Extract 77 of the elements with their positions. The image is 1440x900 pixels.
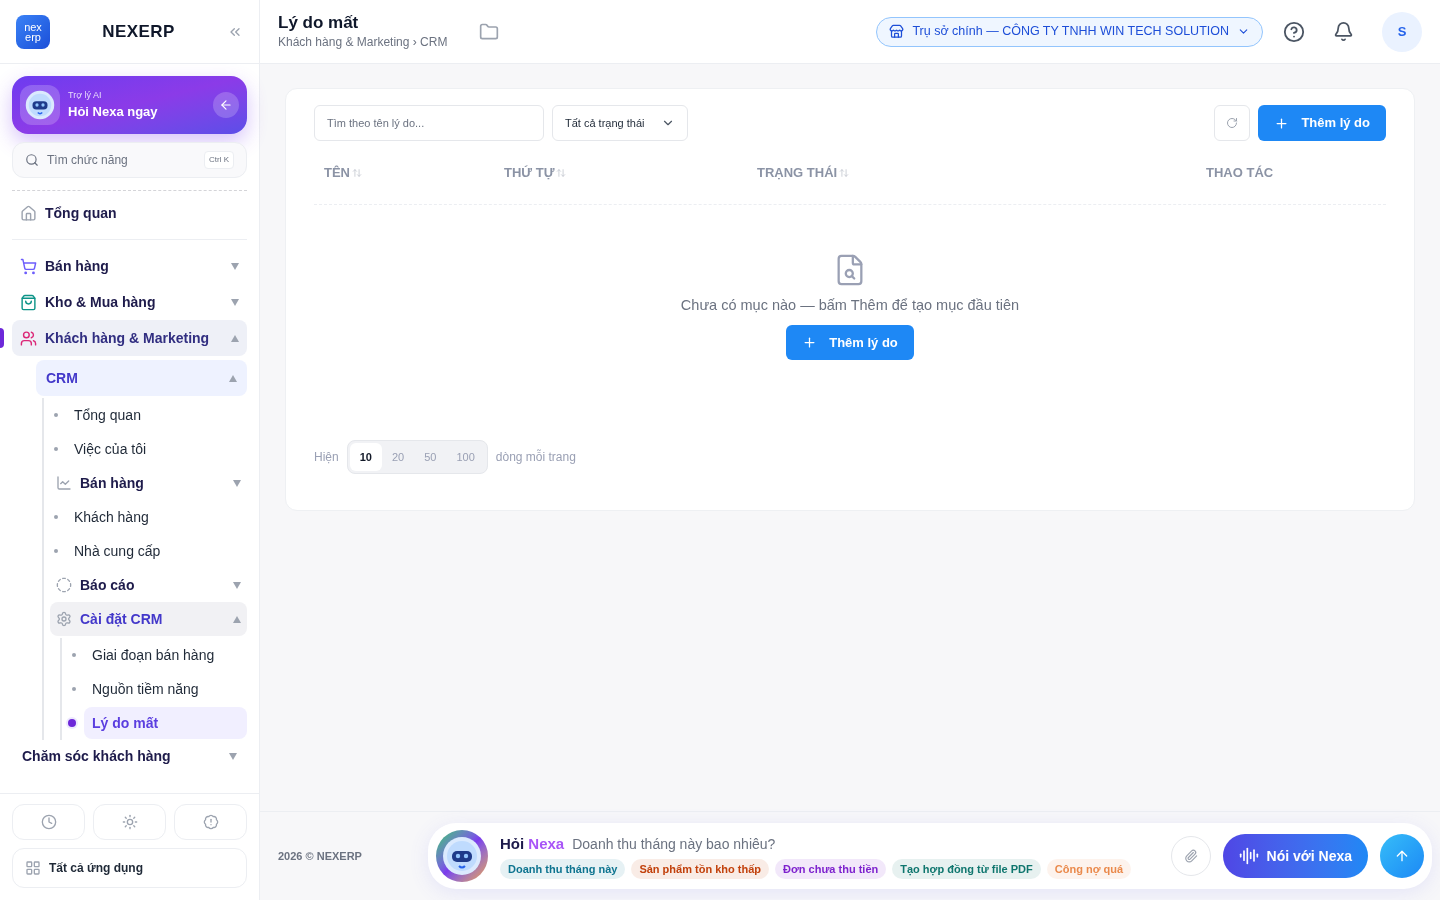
function-search-field[interactable]: Tìm chức năng <box>47 151 196 169</box>
bag-icon <box>20 293 37 311</box>
send-button[interactable] <box>1380 834 1424 878</box>
add-reason-button[interactable]: Thêm lý do <box>1258 105 1386 141</box>
function-search-box[interactable]: Tìm chức năng Ctrl K <box>12 142 247 178</box>
ask-label: Hỏi Nexa <box>500 833 565 854</box>
grid-icon <box>25 860 41 876</box>
chat-input[interactable]: Doanh thu tháng này bao nhiêu? <box>572 833 1159 855</box>
logo-icon: nex erp <box>16 14 50 49</box>
breadcrumb[interactable]: Khách hàng & Marketing › CRM <box>278 33 448 52</box>
sound-wave-icon <box>1238 846 1259 866</box>
ai-assistant-card[interactable]: Trợ lý AI Hỏi Nexa ngay <box>12 76 247 134</box>
sort-icon[interactable] <box>352 167 362 178</box>
nav-group[interactable]: Bán hàng <box>50 466 247 500</box>
history-button[interactable] <box>12 804 85 840</box>
paperclip-icon <box>1183 849 1198 863</box>
people-icon <box>20 329 37 347</box>
plus-icon <box>802 334 818 350</box>
folder-icon[interactable] <box>479 21 500 42</box>
gear-icon <box>56 611 72 627</box>
nav-item[interactable]: Tổng quan <box>66 399 247 431</box>
line-chart-icon <box>56 475 72 491</box>
suggestion-chip[interactable]: Sản phẩm tồn kho thấp <box>631 859 769 880</box>
cart-icon <box>20 257 37 275</box>
branch-selector[interactable]: Trụ sở chính — CÔNG TY TNHH WIN TECH SOLUTION <box>876 16 1263 47</box>
page-title: Lý do mất <box>278 11 360 34</box>
search-icon <box>25 153 39 167</box>
brand-name: NEXERP <box>101 20 176 43</box>
circle-icon <box>56 577 72 593</box>
ai-title: Hỏi Nexa ngay <box>68 103 158 121</box>
copyright: 2026 © NEXERP <box>278 848 363 864</box>
nav-item[interactable]: Nhà cung cấp <box>66 535 247 567</box>
reason-search-field[interactable]: Tìm theo tên lý do... <box>314 105 544 141</box>
status-filter[interactable]: Tất cả trạng thái <box>552 105 688 141</box>
nav-item[interactable]: Khách hàng & Marketing <box>12 320 247 356</box>
column-header: THAO TÁC <box>1206 163 1274 182</box>
nav-section[interactable]: CRM <box>36 360 247 396</box>
suggestion-chip[interactable]: Đơn chưa thu tiền <box>775 859 887 880</box>
nav-item[interactable]: Bán hàng <box>12 248 247 284</box>
theme-button[interactable] <box>93 804 166 840</box>
store-icon <box>889 24 905 39</box>
notification-icon[interactable] <box>1333 21 1354 42</box>
sort-icon[interactable] <box>839 167 850 178</box>
report-issue-button[interactable] <box>174 804 247 840</box>
shortcut-hint: Ctrl K <box>204 151 234 169</box>
nav-group[interactable]: Cài đặt CRM <box>50 602 247 636</box>
nav-item[interactable]: Nguồn tiềm năng <box>84 673 247 705</box>
nav-item[interactable]: Tổng quan <box>12 191 247 235</box>
all-apps-button[interactable]: Tất cả ứng dụng <box>12 848 247 888</box>
active-indicator <box>0 328 4 348</box>
nav-item[interactable]: Việc của tôi <box>66 433 247 465</box>
robot-icon <box>442 836 482 876</box>
nav-item[interactable]: Khách hàng <box>66 501 247 533</box>
home-icon <box>20 204 37 222</box>
clock-icon <box>40 814 57 830</box>
help-icon[interactable] <box>1283 20 1305 43</box>
nav-item[interactable]: Giai đoạn bán hàng <box>84 639 247 671</box>
nav-item[interactable]: Lý do mất <box>84 707 247 739</box>
user-avatar[interactable]: S <box>1382 11 1422 52</box>
ai-caption: Trợ lý AI <box>68 88 102 102</box>
alert-icon <box>202 814 219 830</box>
plus-icon <box>1274 115 1290 131</box>
voice-button[interactable]: Nói với Nexa <box>1222 834 1368 878</box>
sort-icon[interactable] <box>556 167 567 178</box>
empty-message: Chưa có mục nào — bấm Thêm để tạo mục đầu tiên <box>680 296 1020 315</box>
page-size-label: Hiện <box>314 448 339 466</box>
add-reason-button[interactable]: Thêm lý do <box>786 324 914 360</box>
nav-group[interactable]: Báo cáo <box>50 568 247 602</box>
page-size-option[interactable]: 10 <box>349 442 382 471</box>
nav-item[interactable]: Kho & Mua hàng <box>12 284 247 320</box>
sun-icon <box>121 814 138 830</box>
refresh-button[interactable] <box>1214 105 1251 141</box>
nav-item[interactable]: Chăm sóc khách hàng <box>12 740 247 772</box>
suggestion-chip[interactable]: Tạo hợp đồng từ file PDF <box>892 859 1041 880</box>
page-size-suffix: dòng mỗi trang <box>495 448 576 466</box>
refresh-icon <box>1226 117 1239 129</box>
suggestion-chip[interactable]: Doanh thu tháng này <box>500 859 626 880</box>
